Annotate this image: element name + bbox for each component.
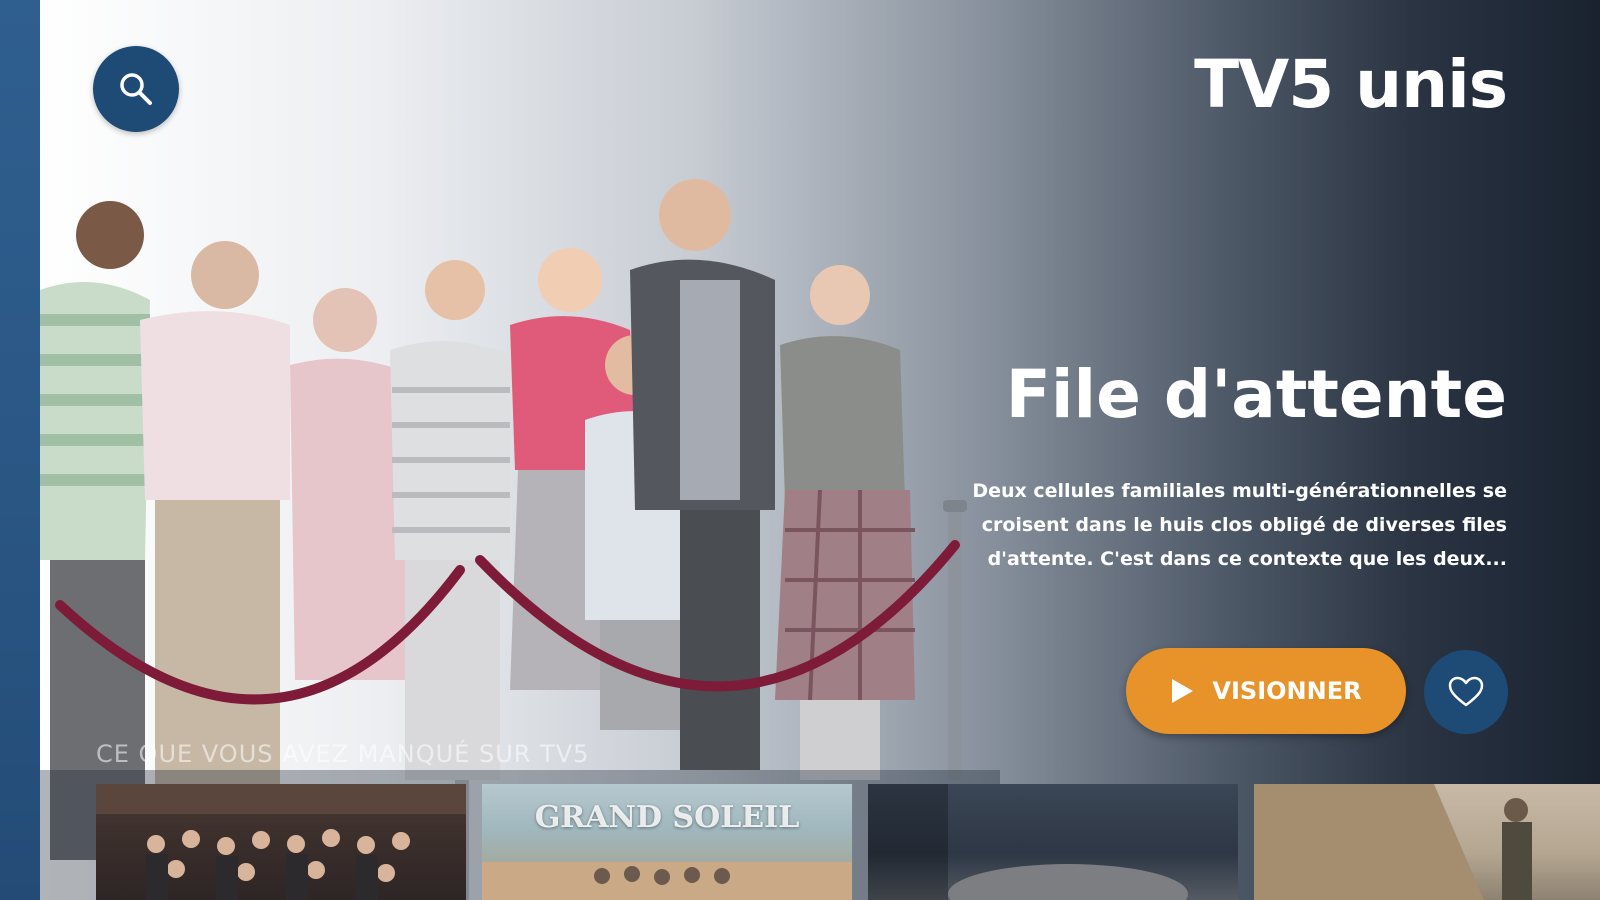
hero-title: File d'attente xyxy=(1005,356,1507,433)
content-card[interactable] xyxy=(1254,784,1600,900)
card-artwork xyxy=(1254,784,1532,900)
hero-description: Deux cellules familiales multi-génératio… xyxy=(972,480,1507,570)
search-icon xyxy=(120,73,152,105)
content-card[interactable] xyxy=(868,784,1238,900)
play-button[interactable]: VISIONNER xyxy=(1126,648,1406,734)
content-card[interactable] xyxy=(96,784,466,900)
play-button-label: VISIONNER xyxy=(1212,677,1362,705)
card-artwork xyxy=(868,784,1188,900)
tv5-unis-logo: TV5 unis xyxy=(1194,46,1508,123)
app-screen: TV5 unis File d'attente Deux cellules fa… xyxy=(0,0,1600,900)
content-row: GRAND SOLEIL xyxy=(96,784,1600,900)
search-button[interactable] xyxy=(93,46,179,132)
card-title: GRAND SOLEIL xyxy=(534,800,800,835)
favorite-button[interactable] xyxy=(1424,650,1508,734)
content-card[interactable]: GRAND SOLEIL xyxy=(482,784,852,900)
side-navigation-rail[interactable] xyxy=(0,0,40,900)
play-icon xyxy=(1172,679,1194,703)
heart-icon xyxy=(1448,676,1484,707)
row-heading: CE QUE VOUS AVEZ MANQUÉ SUR TV5 xyxy=(96,740,590,768)
card-artwork xyxy=(96,784,466,900)
